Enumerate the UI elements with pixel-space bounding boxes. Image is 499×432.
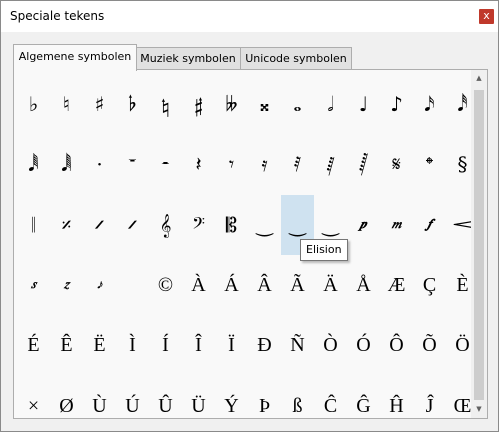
- scroll-up-icon[interactable]: ▲: [471, 70, 487, 87]
- symbol-cell[interactable]: Ĉ: [314, 376, 347, 417]
- symbol-cell[interactable]: Å: [347, 255, 380, 315]
- title-bar: Speciale tekens x: [1, 1, 498, 32]
- tab-muziek-symbolen[interactable]: Muziek symbolen: [135, 47, 241, 69]
- symbol-cell[interactable]: 𝆒: [446, 195, 471, 255]
- symbol-cell[interactable]: Ê: [50, 315, 83, 375]
- symbol-cell[interactable]: Ô: [380, 315, 413, 375]
- symbol-cell[interactable]: 𝅁: [314, 134, 347, 194]
- dialog-title: Speciale tekens: [10, 9, 105, 23]
- symbol-cell[interactable]: Ã: [281, 255, 314, 315]
- symbol-cell[interactable]: Ç: [413, 255, 446, 315]
- special-characters-dialog: Speciale tekens x Algemene symbolen Muzi…: [0, 0, 499, 432]
- symbol-cell[interactable]: 𝄼: [149, 134, 182, 194]
- symbol-cell[interactable]: 𝅂: [347, 134, 380, 194]
- close-button[interactable]: x: [479, 9, 494, 24]
- symbol-cell[interactable]: Ì: [116, 315, 149, 375]
- symbol-cell[interactable]: Ó: [347, 315, 380, 375]
- symbol-cell[interactable]: Ĝ: [347, 376, 380, 417]
- symbol-cell[interactable]: 𝄫: [215, 74, 248, 134]
- symbol-cell[interactable]: Â: [248, 255, 281, 315]
- symbol-cell[interactable]: Ï: [215, 315, 248, 375]
- symbol-cell[interactable]: 𝄢: [182, 195, 215, 255]
- symbol-cell[interactable]: ♩: [347, 74, 380, 134]
- symbol-cell[interactable]: 𝄞: [149, 195, 182, 255]
- symbol-cell[interactable]: 𝄋: [380, 134, 413, 194]
- symbol-cell[interactable]: Î: [182, 315, 215, 375]
- symbol-cell[interactable]: ♪: [380, 74, 413, 134]
- symbol-cell[interactable]: 𝆏: [347, 195, 380, 255]
- symbol-cell[interactable]: Í: [149, 315, 182, 375]
- symbol-cell[interactable]: Æ: [380, 255, 413, 315]
- symbol-cell[interactable]: Þ: [248, 376, 281, 417]
- tab-algemene-symbolen[interactable]: Algemene symbolen: [13, 44, 137, 71]
- symbol-cell[interactable]: 𝆑: [413, 195, 446, 255]
- symbol-cell[interactable]: ×: [17, 376, 50, 417]
- symbol-cell[interactable]: 𝄾: [215, 134, 248, 194]
- symbol-cell[interactable]: Ñ: [281, 315, 314, 375]
- symbol-cell[interactable]: 𝄰: [182, 74, 215, 134]
- symbol-cell[interactable]: 𝆕: [83, 255, 116, 315]
- symbol-cell[interactable]: ♭: [17, 74, 50, 134]
- symbol-cell[interactable]: 𝆍: [17, 255, 50, 315]
- symbol-cell[interactable]: Ĵ: [413, 376, 446, 417]
- symbol-cell[interactable]: 𝄁: [17, 195, 50, 255]
- symbol-cell[interactable]: 𝄬: [116, 74, 149, 134]
- symbol-cell[interactable]: 𝆐: [380, 195, 413, 255]
- symbol-tooltip: Elision: [300, 239, 348, 261]
- symbol-cell[interactable]: 𝅝: [281, 74, 314, 134]
- symbol-cell[interactable]: [116, 255, 149, 315]
- symbol-cell[interactable]: Œ: [446, 376, 471, 417]
- symbol-cell[interactable]: ß: [281, 376, 314, 417]
- symbol-cell[interactable]: É: [17, 315, 50, 375]
- symbol-cell[interactable]: Ö: [446, 315, 471, 375]
- symbol-cell[interactable]: 𝄌: [413, 134, 446, 194]
- symbol-cell[interactable]: 𝄡: [215, 195, 248, 255]
- vertical-scrollbar[interactable]: ▲ ▼: [471, 70, 487, 418]
- symbol-cell[interactable]: 𝆎: [50, 255, 83, 315]
- symbol-cell[interactable]: 𝅘𝅥𝅰: [446, 74, 471, 134]
- symbol-cell[interactable]: ‿: [248, 195, 281, 255]
- symbol-cell[interactable]: 𝅘𝅥𝅲: [50, 134, 83, 194]
- symbol-cell[interactable]: Ù: [83, 376, 116, 417]
- symbol-cell[interactable]: 𝄍: [116, 195, 149, 255]
- symbol-cell[interactable]: ♮: [50, 74, 83, 134]
- symbol-cell[interactable]: È: [446, 255, 471, 315]
- symbol-cell[interactable]: Ø: [50, 376, 83, 417]
- symbol-cell[interactable]: 𝅘𝅥𝅱: [17, 134, 50, 194]
- symbol-cell[interactable]: ·: [83, 134, 116, 194]
- symbol-cell[interactable]: 𝅗𝅥: [314, 74, 347, 134]
- symbol-cell[interactable]: 𝄎: [50, 195, 83, 255]
- symbol-cell[interactable]: Á: [215, 255, 248, 315]
- symbol-cell[interactable]: Ü: [182, 376, 215, 417]
- symbol-grid-viewport: ♭ ♮ ♯ 𝄬 𝄮 𝄰 𝄫 𝄪 𝅝 𝅗𝅥 ♩ ♪ 𝅘𝅥𝅯 𝅘𝅥𝅰 𝅘𝅥𝅱 𝅘𝅥𝅲 · 𝄻 𝄼 𝄽 𝄾 𝄿 𝅀 𝅁 𝅂 𝄋 𝄌 § 𝄁 𝄎 𝄍…: [15, 71, 471, 417]
- symbol-cell[interactable]: Đ: [248, 315, 281, 375]
- tab-unicode-symbolen[interactable]: Unicode symbolen: [240, 47, 352, 69]
- symbol-cell[interactable]: Ý: [215, 376, 248, 417]
- symbol-cell[interactable]: Ë: [83, 315, 116, 375]
- scroll-thumb[interactable]: [474, 90, 484, 400]
- symbol-cell[interactable]: Õ: [413, 315, 446, 375]
- symbol-cell[interactable]: 𝄽: [182, 134, 215, 194]
- symbol-cell[interactable]: 𝄿: [248, 134, 281, 194]
- symbol-cell[interactable]: Û: [149, 376, 182, 417]
- symbol-cell[interactable]: ♯: [83, 74, 116, 134]
- symbol-cell[interactable]: 𝄻: [116, 134, 149, 194]
- symbol-cell[interactable]: À: [182, 255, 215, 315]
- scroll-down-icon[interactable]: ▼: [471, 401, 487, 418]
- symbol-cell[interactable]: ©: [149, 255, 182, 315]
- symbol-cell[interactable]: 𝅘𝅥𝅯: [413, 74, 446, 134]
- symbol-cell[interactable]: 𝄍: [83, 195, 116, 255]
- symbol-cell[interactable]: 𝄮: [149, 74, 182, 134]
- symbol-cell[interactable]: Ä: [314, 255, 347, 315]
- symbol-cell[interactable]: Ò: [314, 315, 347, 375]
- symbol-cell[interactable]: 𝄪: [248, 74, 281, 134]
- symbol-cell[interactable]: Ú: [116, 376, 149, 417]
- symbol-cell[interactable]: Ĥ: [380, 376, 413, 417]
- symbol-panel: ♭ ♮ ♯ 𝄬 𝄮 𝄰 𝄫 𝄪 𝅝 𝅗𝅥 ♩ ♪ 𝅘𝅥𝅯 𝅘𝅥𝅰 𝅘𝅥𝅱 𝅘𝅥𝅲 · 𝄻 𝄼 𝄽 𝄾 𝄿 𝅀 𝅁 𝅂 𝄋 𝄌 § 𝄁 𝄎 𝄍…: [13, 69, 488, 419]
- symbol-cell[interactable]: §: [446, 134, 471, 194]
- symbol-cell[interactable]: 𝅀: [281, 134, 314, 194]
